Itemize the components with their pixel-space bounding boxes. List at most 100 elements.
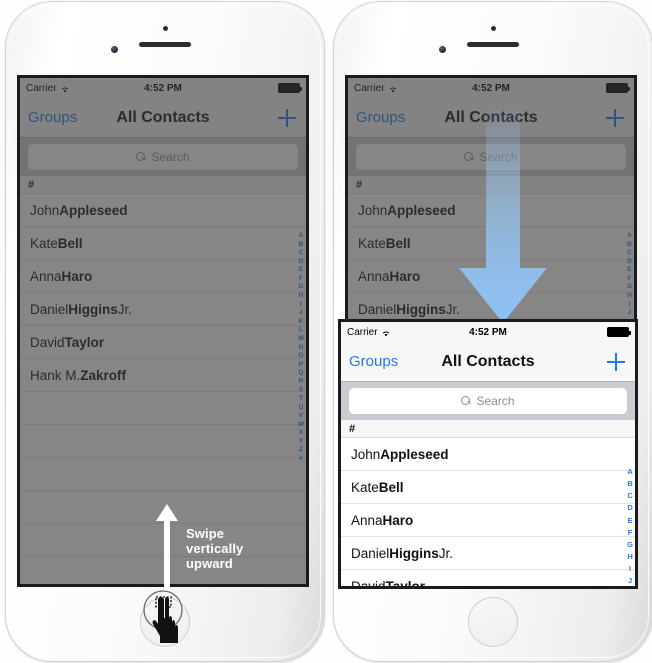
index-letter[interactable]: J xyxy=(628,309,632,318)
index-letter[interactable]: E xyxy=(627,266,631,275)
table-row[interactable]: Anna Haro xyxy=(20,260,306,293)
contact-given-name: Daniel xyxy=(351,545,390,561)
index-letter[interactable]: F xyxy=(627,275,631,284)
index-letter[interactable]: I xyxy=(629,563,631,575)
contact-family-name: Appleseed xyxy=(380,446,449,462)
nav-bar: Groups All Contacts xyxy=(20,98,306,138)
table-row-empty xyxy=(20,392,306,425)
alphabet-index-inset[interactable]: ABCDEFGHIJ xyxy=(627,466,633,586)
battery-full-icon xyxy=(606,83,630,93)
index-letter[interactable]: B xyxy=(627,241,632,250)
home-button[interactable] xyxy=(468,597,518,647)
status-bar: Carrier 4:52 PM xyxy=(348,78,634,98)
alphabet-index-left[interactable]: A B C D E F G H I J K L M N O P Q R S T U V W X Y Z # xyxy=(298,232,304,464)
swipe-instruction-label: Swipe vertically upward xyxy=(186,526,243,571)
index-letter[interactable]: B xyxy=(299,241,304,250)
table-row[interactable]: Hank M. Zakroff xyxy=(20,359,306,392)
table-row[interactable]: Kate Bell xyxy=(20,227,306,260)
index-letter[interactable]: V xyxy=(299,412,303,421)
index-letter[interactable]: C xyxy=(299,249,304,258)
contact-family-name: Taylor xyxy=(64,334,105,350)
contact-family-name: Appleseed xyxy=(387,202,456,218)
status-time: 4:52 PM xyxy=(469,326,507,338)
index-letter[interactable]: D xyxy=(627,502,632,514)
index-letter[interactable]: D xyxy=(627,258,632,267)
index-letter[interactable]: F xyxy=(299,275,303,284)
table-row[interactable]: Daniel Higgins Jr. xyxy=(20,293,306,326)
search-container: Search xyxy=(341,382,635,420)
contact-given-name: Anna xyxy=(351,512,383,528)
index-letter[interactable]: K xyxy=(299,318,304,327)
index-letter[interactable]: G xyxy=(627,283,632,292)
index-letter[interactable]: S xyxy=(299,386,303,395)
index-letter[interactable]: J xyxy=(299,309,303,318)
table-row[interactable]: Daniel Higgins Jr. xyxy=(341,537,635,570)
contacts-list-inset[interactable]: # John Appleseed Kate Bell Anna Haro Dan… xyxy=(341,420,635,586)
index-letter[interactable]: H xyxy=(627,292,632,301)
plus-icon[interactable] xyxy=(278,108,296,127)
index-letter[interactable]: G xyxy=(627,539,633,551)
earpiece-speaker-icon xyxy=(139,42,191,47)
index-letter[interactable]: E xyxy=(299,266,303,275)
index-letter[interactable]: Q xyxy=(298,369,303,378)
contact-given-name: John xyxy=(358,202,388,218)
inset-screenshot-scrolled: Carrier 4:52 PM Groups All Contacts Sear… xyxy=(341,322,635,586)
table-row[interactable]: Anna Haro xyxy=(341,504,635,537)
contact-given-name: Daniel xyxy=(30,301,69,317)
arrow-down-icon xyxy=(455,110,551,330)
index-letter[interactable]: O xyxy=(298,352,303,361)
index-letter[interactable]: B xyxy=(627,478,632,490)
contact-family-name: Bell xyxy=(378,479,404,495)
index-letter[interactable]: P xyxy=(299,361,303,370)
table-row[interactable]: David Taylor xyxy=(341,570,635,587)
battery-full-icon xyxy=(607,327,631,337)
index-letter[interactable]: D xyxy=(299,258,304,267)
index-letter[interactable]: # xyxy=(299,455,303,464)
page-title: All Contacts xyxy=(441,352,535,370)
table-row[interactable]: Kate Bell xyxy=(341,471,635,504)
index-letter[interactable]: X xyxy=(299,429,303,438)
contact-given-name: John xyxy=(30,202,60,218)
index-letter[interactable]: M xyxy=(298,335,303,344)
index-letter[interactable]: A xyxy=(627,232,632,241)
plus-icon[interactable] xyxy=(606,108,624,127)
index-letter[interactable]: G xyxy=(298,283,303,292)
index-letter[interactable]: R xyxy=(299,378,304,387)
index-letter[interactable]: T xyxy=(299,395,303,404)
index-letter[interactable]: C xyxy=(627,490,632,502)
search-placeholder: Search xyxy=(151,150,190,164)
index-letter[interactable]: H xyxy=(299,292,304,301)
index-letter[interactable]: J xyxy=(628,575,632,586)
contact-given-name: Daniel xyxy=(358,301,397,317)
search-input[interactable]: Search xyxy=(349,388,627,414)
alphabet-index-right[interactable]: ABCDEFGHIJ xyxy=(627,232,632,318)
table-row[interactable]: John Appleseed xyxy=(20,194,306,227)
table-row-empty xyxy=(20,458,306,491)
index-letter[interactable]: U xyxy=(299,404,304,413)
index-letter[interactable]: A xyxy=(299,232,304,241)
index-letter[interactable]: F xyxy=(628,527,633,539)
index-letter[interactable]: C xyxy=(627,249,632,258)
index-letter[interactable]: E xyxy=(628,515,633,527)
index-letter[interactable]: A xyxy=(627,466,632,478)
swipe-label-line1: Swipe xyxy=(186,526,225,541)
index-letter[interactable]: H xyxy=(627,551,632,563)
contact-given-name: David xyxy=(351,578,386,587)
index-letter[interactable]: I xyxy=(300,301,302,310)
index-letter[interactable]: N xyxy=(299,344,304,353)
section-header: # xyxy=(20,176,306,194)
contact-suffix: Jr. xyxy=(117,301,133,317)
index-letter[interactable]: L xyxy=(299,326,303,335)
plus-icon[interactable] xyxy=(607,352,625,371)
section-header: # xyxy=(341,420,635,438)
index-letter[interactable]: Y xyxy=(299,438,303,447)
index-letter[interactable]: W xyxy=(298,421,304,430)
index-letter[interactable]: Z xyxy=(299,446,303,455)
index-letter[interactable]: I xyxy=(629,301,631,310)
table-row[interactable]: John Appleseed xyxy=(341,438,635,471)
table-row[interactable]: David Taylor xyxy=(20,326,306,359)
contact-family-name: Higgins xyxy=(68,301,118,317)
hand-tap-icon xyxy=(136,588,198,655)
contact-family-name: Appleseed xyxy=(59,202,128,218)
search-input[interactable]: Search xyxy=(28,144,298,170)
